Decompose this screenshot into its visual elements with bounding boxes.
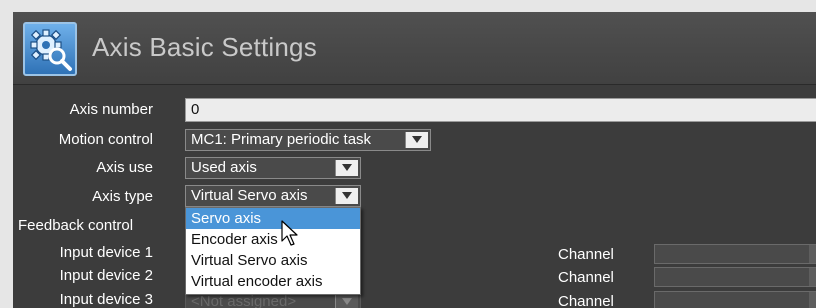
input-device-1-label: Input device 1: [59, 244, 153, 261]
input-device-3-value: <Not assigned>: [191, 293, 297, 308]
axis-use-select[interactable]: Used axis: [185, 157, 361, 179]
gear-magnifier-icon: [23, 22, 77, 76]
section-header: Axis Basic Settings: [13, 12, 816, 85]
chevron-down-icon[interactable]: [405, 132, 428, 148]
channel-2-select[interactable]: [654, 267, 816, 287]
axis-type-dropdown-list: Servo axis Encoder axis Virtual Servo ax…: [185, 207, 361, 295]
input-device-3-label: Input device 3: [59, 291, 153, 308]
channel-3-label: Channel: [558, 293, 614, 308]
page-title: Axis Basic Settings: [92, 32, 317, 62]
axis-use-label: Axis use: [96, 159, 153, 176]
chevron-down-icon: [809, 292, 816, 308]
axis-number-field[interactable]: 0: [185, 98, 816, 122]
chevron-down-icon: [809, 245, 816, 263]
chevron-down-icon: [335, 294, 358, 308]
axis-type-label: Axis type: [92, 188, 153, 205]
channel-2-label: Channel: [558, 269, 614, 286]
input-device-2-label: Input device 2: [59, 267, 153, 284]
feedback-control-label: Feedback control: [18, 217, 134, 234]
axis-number-label: Axis number: [69, 101, 153, 118]
chevron-down-icon[interactable]: [335, 188, 358, 204]
mouse-pointer-icon: [281, 220, 298, 246]
channel-3-select[interactable]: [654, 291, 816, 308]
option-virtual-encoder-axis[interactable]: Virtual encoder axis: [186, 271, 360, 292]
chevron-down-icon: [809, 268, 816, 286]
channel-1-label: Channel: [558, 246, 614, 263]
axis-settings-panel: Axis Basic Settings Axis number 0 Motion…: [13, 12, 816, 308]
motion-control-label: Motion control: [58, 131, 153, 148]
motion-control-select[interactable]: MC1: Primary periodic task: [185, 129, 431, 151]
option-virtual-servo-axis[interactable]: Virtual Servo axis: [186, 250, 360, 271]
option-servo-axis[interactable]: Servo axis: [186, 208, 360, 229]
axis-type-select[interactable]: Virtual Servo axis: [185, 185, 361, 207]
chevron-down-icon[interactable]: [335, 160, 358, 176]
motion-control-value: MC1: Primary periodic task: [191, 131, 372, 148]
channel-1-select[interactable]: [654, 244, 816, 264]
axis-type-value: Virtual Servo axis: [191, 187, 308, 204]
option-encoder-axis[interactable]: Encoder axis: [186, 229, 360, 250]
axis-use-value: Used axis: [191, 159, 257, 176]
